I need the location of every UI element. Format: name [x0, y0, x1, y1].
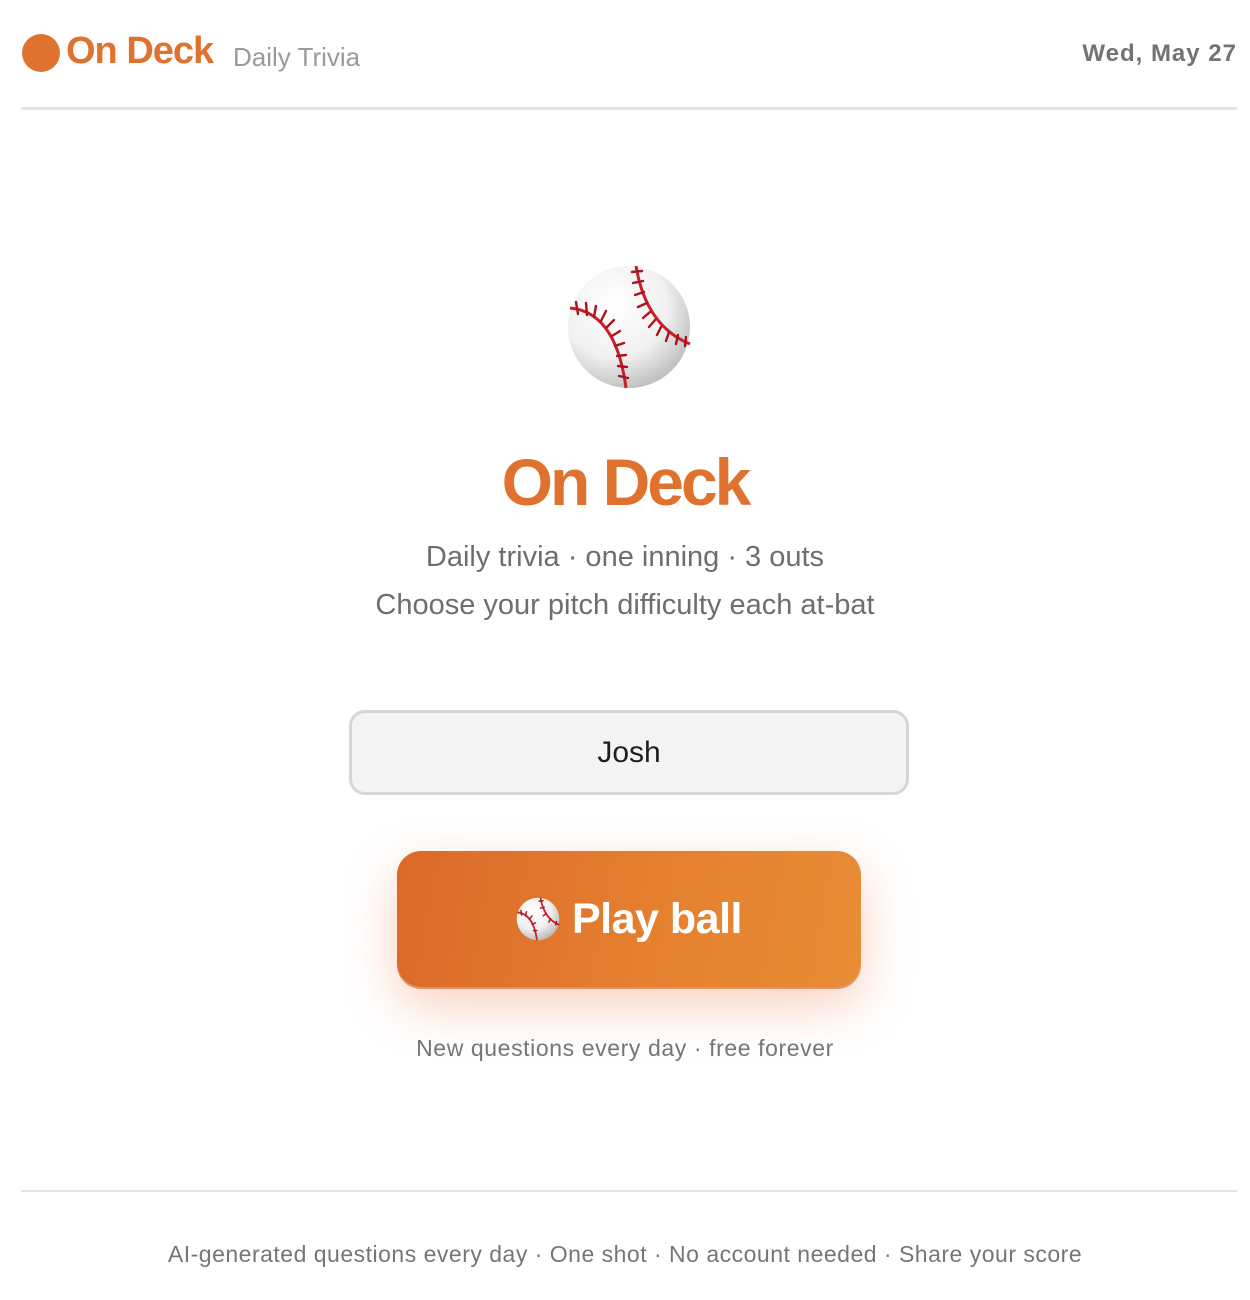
tagline-line-1: Daily trivia · one inning · 3 outs — [425, 541, 825, 573]
current-date: Wed, May 27 — [1082, 40, 1237, 67]
brand-name[interactable]: On Deck — [66, 30, 214, 73]
play-ball-button[interactable]: Play ball — [397, 851, 861, 987]
baseball-icon — [516, 897, 560, 941]
footer-text: AI-generated questions every day · One s… — [167, 1241, 1083, 1267]
brand-subtitle: Daily Trivia — [233, 42, 361, 72]
brand-dot-icon — [22, 34, 60, 72]
baseball-icon — [568, 265, 691, 389]
footer-divider — [21, 1190, 1237, 1192]
play-ball-label: Play ball — [572, 894, 742, 943]
page: On Deck Daily Trivia Wed, May 27 On Deck… — [0, 0, 1250, 1300]
hero-title: On Deck — [501, 445, 752, 519]
header: On Deck Daily Trivia Wed, May 27 — [21, 0, 1237, 110]
play-subnote: New questions every day · free forever — [416, 1035, 834, 1061]
player-name-input[interactable] — [349, 710, 909, 795]
tagline-line-2: Choose your pitch difficulty each at-bat — [375, 589, 875, 621]
